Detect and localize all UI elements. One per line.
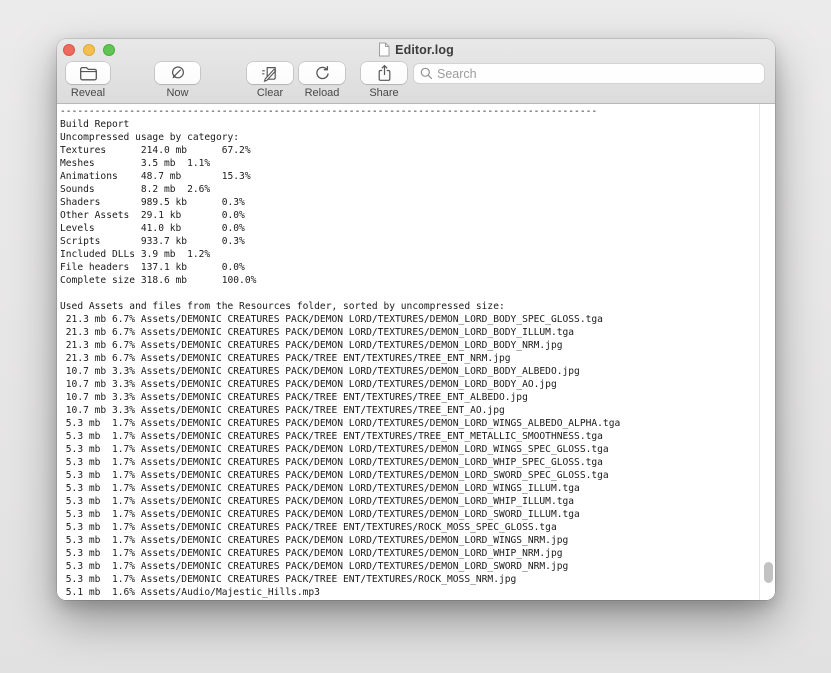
search-icon — [420, 67, 433, 80]
now-button-label: Now — [155, 87, 200, 99]
reload-button[interactable] — [299, 62, 345, 84]
search-field[interactable] — [413, 63, 765, 84]
window-header: Editor.log Reveal Now — [57, 39, 775, 104]
log-viewport[interactable]: ----------------------------------------… — [57, 104, 775, 600]
reveal-button[interactable] — [66, 62, 110, 84]
share-button-label: Share — [361, 87, 407, 99]
reload-button-label: Reload — [299, 87, 345, 99]
now-button[interactable] — [155, 62, 200, 84]
title-bar[interactable]: Editor.log — [57, 39, 775, 60]
console-window: Editor.log Reveal Now — [57, 39, 775, 600]
reveal-button-label: Reveal — [66, 87, 110, 99]
jump-to-now-icon — [169, 65, 186, 82]
search-input[interactable] — [437, 67, 764, 81]
clear-icon — [261, 65, 279, 82]
share-icon — [377, 64, 392, 82]
share-button[interactable] — [361, 62, 407, 84]
reload-icon — [314, 65, 331, 82]
desktop: { "window": { "title": "Editor.log", "co… — [0, 0, 831, 673]
scrollbar-track[interactable] — [759, 104, 775, 600]
window-title: Editor.log — [395, 43, 454, 57]
clear-button[interactable] — [247, 62, 293, 84]
folder-icon — [79, 66, 98, 81]
document-proxy-icon — [378, 42, 390, 57]
log-content: ----------------------------------------… — [57, 104, 775, 599]
scrollbar-thumb[interactable] — [764, 562, 773, 583]
clear-button-label: Clear — [247, 87, 293, 99]
